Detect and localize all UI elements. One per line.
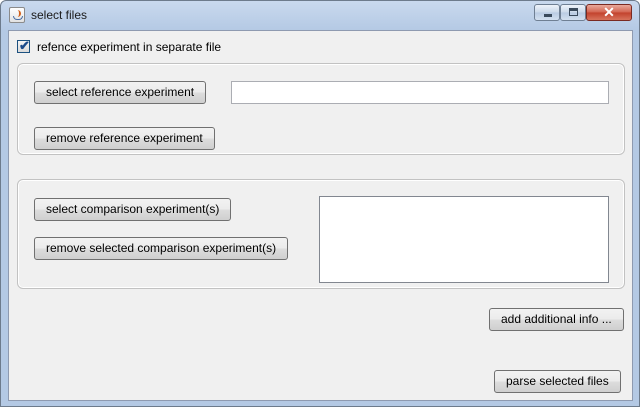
select-reference-button[interactable]: select reference experiment (34, 81, 207, 104)
remove-reference-button[interactable]: remove reference experiment (34, 127, 215, 150)
reference-path-field[interactable] (231, 81, 609, 104)
java-app-icon (9, 7, 25, 23)
parse-selected-files-button[interactable]: parse selected files (494, 370, 621, 393)
add-additional-info-button[interactable]: add additional info ... (489, 308, 624, 331)
window-title: select files (31, 8, 88, 22)
select-comparison-button[interactable]: select comparison experiment(s) (34, 198, 232, 221)
close-button[interactable]: ✕ (586, 4, 632, 21)
close-icon: ✕ (603, 4, 615, 20)
reference-experiment-panel: select reference experiment remove refer… (17, 63, 625, 155)
separate-file-label[interactable]: refence experiment in separate file (37, 40, 221, 55)
checkmark-icon: ✔ (19, 38, 30, 53)
comparison-experiments-panel: select comparison experiment(s) remove s… (17, 179, 625, 289)
select-files-window: select files ✕ ✔ refence experiment in s… (0, 0, 640, 407)
minimize-icon (544, 14, 552, 17)
minimize-button[interactable] (534, 4, 560, 21)
separate-file-checkbox[interactable]: ✔ (17, 38, 30, 53)
remove-comparison-button[interactable]: remove selected comparison experiment(s) (34, 237, 289, 260)
maximize-button[interactable] (560, 4, 586, 21)
title-bar[interactable]: select files ✕ (1, 1, 639, 29)
comparison-files-list[interactable] (319, 196, 609, 283)
maximize-icon (569, 8, 578, 16)
dialog-content: ✔ refence experiment in separate file se… (8, 30, 633, 401)
